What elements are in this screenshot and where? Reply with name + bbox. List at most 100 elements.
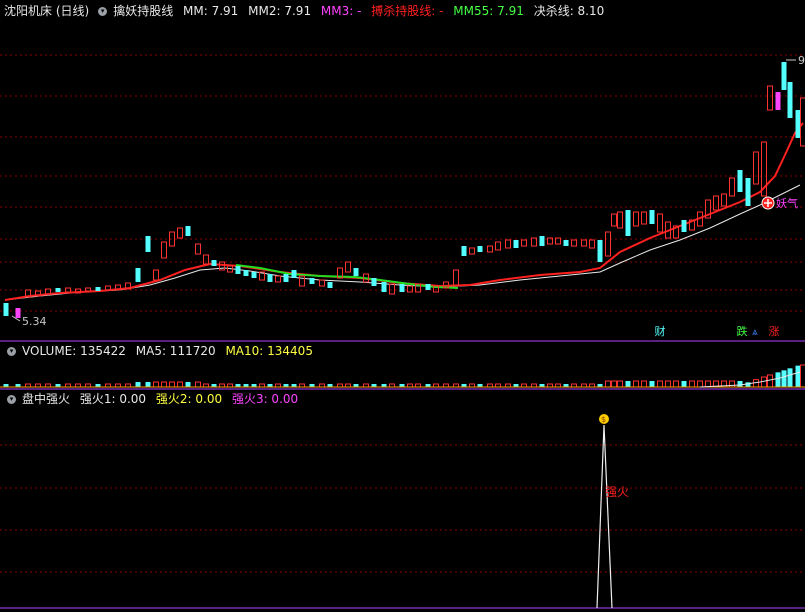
- mm-value: MM: 7.91: [183, 4, 239, 18]
- candle: [469, 247, 475, 255]
- money-bag-icon: $: [599, 414, 609, 424]
- candle: [371, 278, 377, 286]
- candle: [291, 270, 297, 278]
- candle: [649, 210, 655, 224]
- indicator-toggle-icon[interactable]: ▾: [98, 7, 108, 16]
- volume-bars: [3, 364, 805, 388]
- volume-bar: [665, 380, 671, 388]
- candle: [345, 261, 351, 273]
- candle: [251, 272, 257, 278]
- kill-line-value: 决杀线: 8.10: [533, 4, 605, 18]
- candle: [539, 236, 545, 246]
- ma5-value: MA5: 111720: [135, 344, 216, 358]
- candle: [477, 246, 483, 252]
- candle: [641, 211, 647, 225]
- ma-red-line: [4, 122, 804, 301]
- candle: [737, 170, 743, 192]
- qianghuo-label: 强火: [605, 485, 629, 499]
- bottom-toggle-icon[interactable]: ▾: [7, 395, 16, 404]
- candle: [95, 287, 101, 291]
- volume-bar: [625, 381, 631, 387]
- candle: [461, 246, 467, 256]
- indicator-name[interactable]: 擒妖持股线: [113, 4, 173, 18]
- candle: [145, 236, 151, 252]
- volume-bar: [185, 382, 191, 387]
- volume-bar: [795, 365, 801, 387]
- volume-bar: [153, 381, 159, 388]
- svg-text:$: $: [601, 415, 606, 424]
- volume-toggle-icon[interactable]: ▾: [7, 347, 16, 356]
- candle: [657, 213, 663, 233]
- high-marker: 9: [786, 54, 805, 67]
- candle: [211, 260, 217, 266]
- volume-bar: [781, 370, 787, 387]
- volume-bar: [649, 381, 655, 387]
- candle: [15, 308, 21, 318]
- volume-bar: [195, 381, 201, 388]
- qianghuo3-value: 强火3: 0.00: [231, 392, 299, 406]
- candle: [767, 85, 773, 111]
- candle: [753, 151, 759, 185]
- candle: [745, 178, 751, 206]
- candle: [319, 279, 325, 287]
- candle: [235, 266, 241, 274]
- volume-bar: [775, 372, 781, 387]
- volume-bar: [787, 368, 793, 387]
- volume-bar: [135, 382, 141, 387]
- candle: [597, 240, 603, 262]
- candlestick-series: [3, 62, 805, 318]
- mm2-value: MM2: 7.91: [248, 4, 312, 18]
- volume-bar: [800, 364, 805, 388]
- candle: [453, 269, 459, 287]
- candle: [605, 231, 611, 257]
- zhang-marker: 涨: [767, 325, 781, 339]
- candle: [625, 210, 631, 236]
- candle: [617, 211, 623, 229]
- mm55-value: MM55: 7.91: [453, 4, 524, 18]
- volume-value[interactable]: VOLUME: 135422: [22, 344, 126, 358]
- candle: [505, 239, 511, 249]
- candle: [267, 274, 273, 282]
- candle: [795, 110, 801, 138]
- volume-bar: [767, 374, 773, 388]
- volume-bar: [689, 380, 695, 388]
- candle: [203, 254, 209, 265]
- candle: [153, 269, 159, 281]
- candle: [781, 62, 787, 90]
- volume-header: ▾ VOLUME: 135422 MA5: 111720 MA10: 134405: [4, 341, 319, 361]
- kline-chart-canvas[interactable]: 5.34 9 妖气 $ 强火: [0, 0, 805, 612]
- candle: [327, 282, 333, 288]
- buy-line-value: 搏杀持股线: -: [371, 4, 444, 18]
- bottom-indicator-header: ▾ 盘中强火 强火1: 0.00 强火2: 0.00 强火3: 0.00: [4, 389, 304, 409]
- candle: [581, 239, 587, 247]
- candle: [161, 241, 167, 259]
- candle: [521, 239, 527, 247]
- stock-title[interactable]: 沈阳机床 (日线): [4, 4, 89, 18]
- candle: [55, 288, 61, 292]
- candle: [275, 275, 281, 283]
- candle: [407, 285, 413, 293]
- bottom-indicator-name[interactable]: 盘中强火: [22, 392, 70, 406]
- volume-bar: [673, 380, 679, 388]
- cai-marker: 财: [653, 325, 667, 339]
- volume-bar: [737, 381, 743, 387]
- candle: [177, 227, 183, 239]
- candle: [721, 193, 727, 207]
- candle: [800, 97, 805, 147]
- die-marker: 跌: [735, 325, 749, 339]
- candle: [309, 278, 315, 284]
- volume-bar: [605, 380, 611, 388]
- candle: [611, 213, 617, 227]
- candle: [185, 226, 191, 236]
- arrow-up-icon: ⩓: [752, 327, 758, 338]
- main-header: 沈阳机床 (日线) ▾ 擒妖持股线 MM: 7.91 MM2: 7.91 MM3: …: [4, 1, 610, 21]
- qianghuo2-value: 强火2: 0.00: [155, 392, 223, 406]
- volume-bar: [681, 381, 687, 387]
- candle: [487, 245, 493, 253]
- volume-bar: [633, 380, 639, 388]
- ma10-value: MA10: 134405: [225, 344, 313, 358]
- volume-bar: [641, 380, 647, 388]
- volume-bar: [697, 380, 703, 388]
- yaoqi-signal: 妖气: [761, 196, 798, 210]
- candle: [353, 268, 359, 276]
